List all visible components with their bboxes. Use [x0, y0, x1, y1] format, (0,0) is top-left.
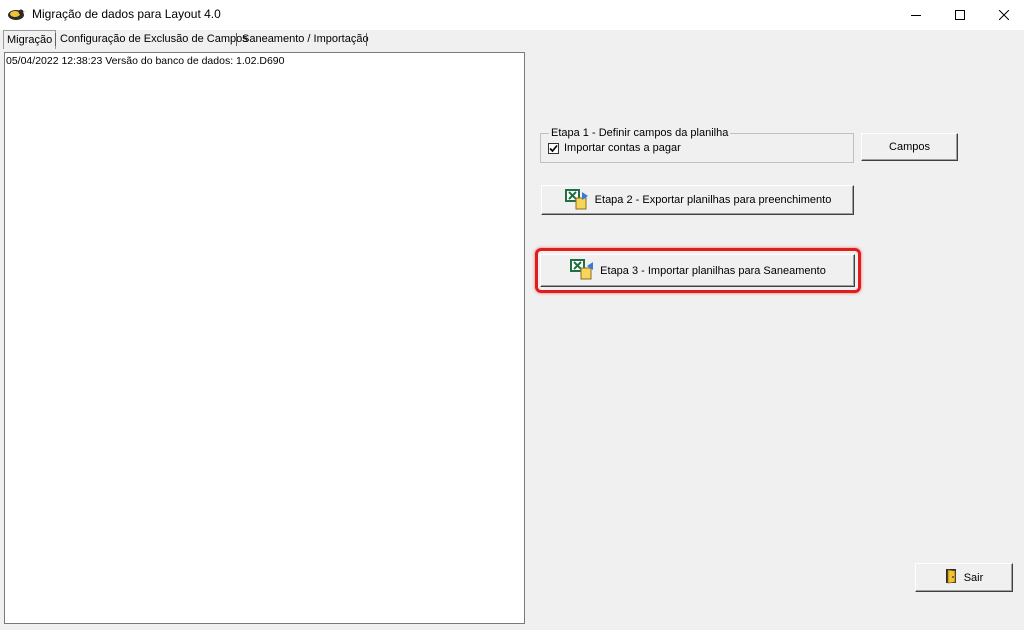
log-textarea[interactable]: 05/04/2022 12:38:23 Versão do banco de d…: [4, 52, 525, 624]
minimize-icon: [911, 10, 921, 20]
etapa2-export-button[interactable]: Etapa 2 - Exportar planilhas para preenc…: [541, 185, 854, 215]
etapa3-import-button[interactable]: Etapa 3 - Importar planilhas para Saneam…: [540, 254, 855, 287]
maximize-button[interactable]: [938, 0, 982, 30]
tab-bar: Migração Configuração de Exclusão de Cam…: [0, 30, 1024, 49]
importar-contas-checkbox[interactable]: [548, 143, 559, 154]
campos-button[interactable]: Campos: [861, 133, 958, 161]
close-icon: [999, 10, 1009, 20]
tab-separator: [55, 33, 56, 46]
log-line: 05/04/2022 12:38:23 Versão do banco de d…: [6, 55, 285, 67]
maximize-icon: [955, 10, 965, 20]
close-button[interactable]: [982, 0, 1024, 30]
etapa2-label: Etapa 2 - Exportar planilhas para preenc…: [594, 194, 832, 206]
title-bar: Migração de dados para Layout 4.0: [0, 0, 1024, 30]
tab-configuracao-exclusao-campos[interactable]: Configuração de Exclusão de Campos: [57, 32, 251, 47]
campos-button-label: Campos: [889, 141, 930, 153]
sair-label: Sair: [963, 571, 984, 584]
app-bird-icon: [6, 6, 26, 22]
exit-door-icon: [945, 568, 959, 587]
sair-button[interactable]: Sair: [915, 563, 1013, 592]
etapa1-groupbox: Etapa 1 - Definir campos da planilha Imp…: [540, 127, 854, 163]
window-title: Migração de dados para Layout 4.0: [32, 7, 221, 21]
tab-separator: [366, 33, 367, 46]
etapa3-label: Etapa 3 - Importar planilhas para Saneam…: [600, 264, 826, 277]
etapa1-legend: Etapa 1 - Definir campos da planilha: [549, 127, 731, 139]
minimize-button[interactable]: [894, 0, 938, 30]
tab-saneamento-importacao[interactable]: Saneamento / Importação: [239, 32, 372, 47]
excel-import-icon: [569, 258, 595, 283]
tab-migracao[interactable]: Migração: [3, 30, 57, 49]
tab-content-migracao: 05/04/2022 12:38:23 Versão do banco de d…: [0, 49, 1024, 630]
excel-export-icon: [564, 188, 590, 213]
tab-separator: [236, 33, 237, 46]
checkmark-icon: [549, 144, 558, 153]
importar-contas-label[interactable]: Importar contas a pagar: [564, 142, 681, 155]
